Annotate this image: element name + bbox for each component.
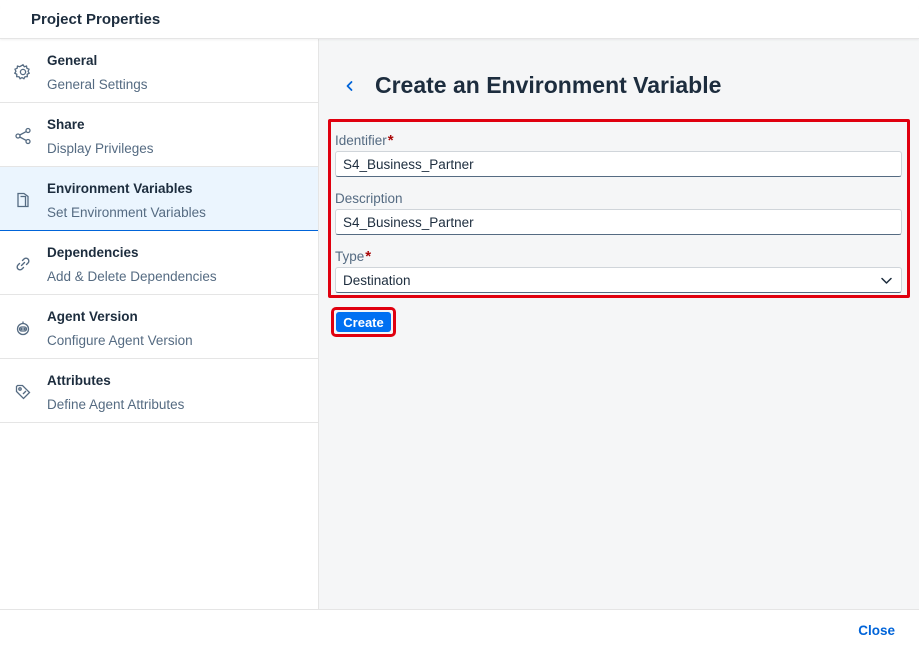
dialog-header: Project Properties [0, 0, 919, 39]
create-button-highlight: Create [331, 307, 396, 337]
sidebar-item-subtitle: Set Environment Variables [47, 205, 206, 220]
sidebar-item-agent-version[interactable]: Agent Version Configure Agent Version [0, 295, 318, 359]
main-content: Create an Environment Variable Identifie… [319, 39, 919, 609]
sidebar-item-dependencies[interactable]: Dependencies Add & Delete Dependencies [0, 231, 318, 295]
sidebar-item-attributes[interactable]: Attributes Define Agent Attributes [0, 359, 318, 423]
sidebar-item-subtitle: Configure Agent Version [47, 333, 193, 348]
sidebar-item-title: Agent Version [47, 309, 138, 324]
type-label: Type* [335, 248, 371, 265]
identifier-input[interactable] [335, 151, 902, 177]
robot-icon [14, 319, 32, 337]
required-marker: * [387, 132, 394, 149]
gear-icon [14, 63, 32, 81]
sidebar-item-title: Dependencies [47, 245, 139, 260]
description-label: Description [335, 191, 403, 206]
chevron-down-icon [880, 274, 893, 287]
sidebar: General General Settings Share Display P… [0, 39, 319, 609]
required-marker: * [365, 248, 372, 265]
identifier-label: Identifier* [335, 132, 394, 149]
sidebar-item-title: General [47, 53, 98, 68]
sidebar-item-subtitle: General Settings [47, 77, 148, 92]
type-select-value: Destination [343, 273, 411, 288]
back-button[interactable] [340, 75, 360, 97]
type-select[interactable]: Destination [335, 267, 902, 293]
page-title: Create an Environment Variable [375, 72, 722, 98]
sidebar-item-title: Attributes [47, 373, 111, 388]
dialog-footer: Close [0, 609, 919, 649]
tag-icon [14, 383, 32, 401]
close-button[interactable]: Close [858, 623, 895, 638]
document-icon [14, 191, 32, 209]
sidebar-item-environment-variables[interactable]: Environment Variables Set Environment Va… [0, 167, 318, 231]
project-properties-dialog: Project Properties General General Setti… [0, 0, 919, 649]
share-icon [14, 127, 32, 145]
sidebar-item-general[interactable]: General General Settings [0, 39, 318, 103]
identifier-label-text: Identifier [335, 133, 387, 148]
sidebar-item-title: Environment Variables [47, 181, 193, 196]
sidebar-item-subtitle: Add & Delete Dependencies [47, 269, 217, 284]
sidebar-item-subtitle: Display Privileges [47, 141, 154, 156]
description-input[interactable] [335, 209, 902, 235]
type-label-text: Type [335, 249, 365, 264]
chevron-left-icon [346, 81, 353, 91]
link-icon [14, 255, 32, 273]
sidebar-item-title: Share [47, 117, 85, 132]
dialog-title: Project Properties [31, 11, 161, 28]
sidebar-item-share[interactable]: Share Display Privileges [0, 103, 318, 167]
sidebar-item-subtitle: Define Agent Attributes [47, 397, 185, 412]
create-button[interactable]: Create [336, 312, 391, 332]
